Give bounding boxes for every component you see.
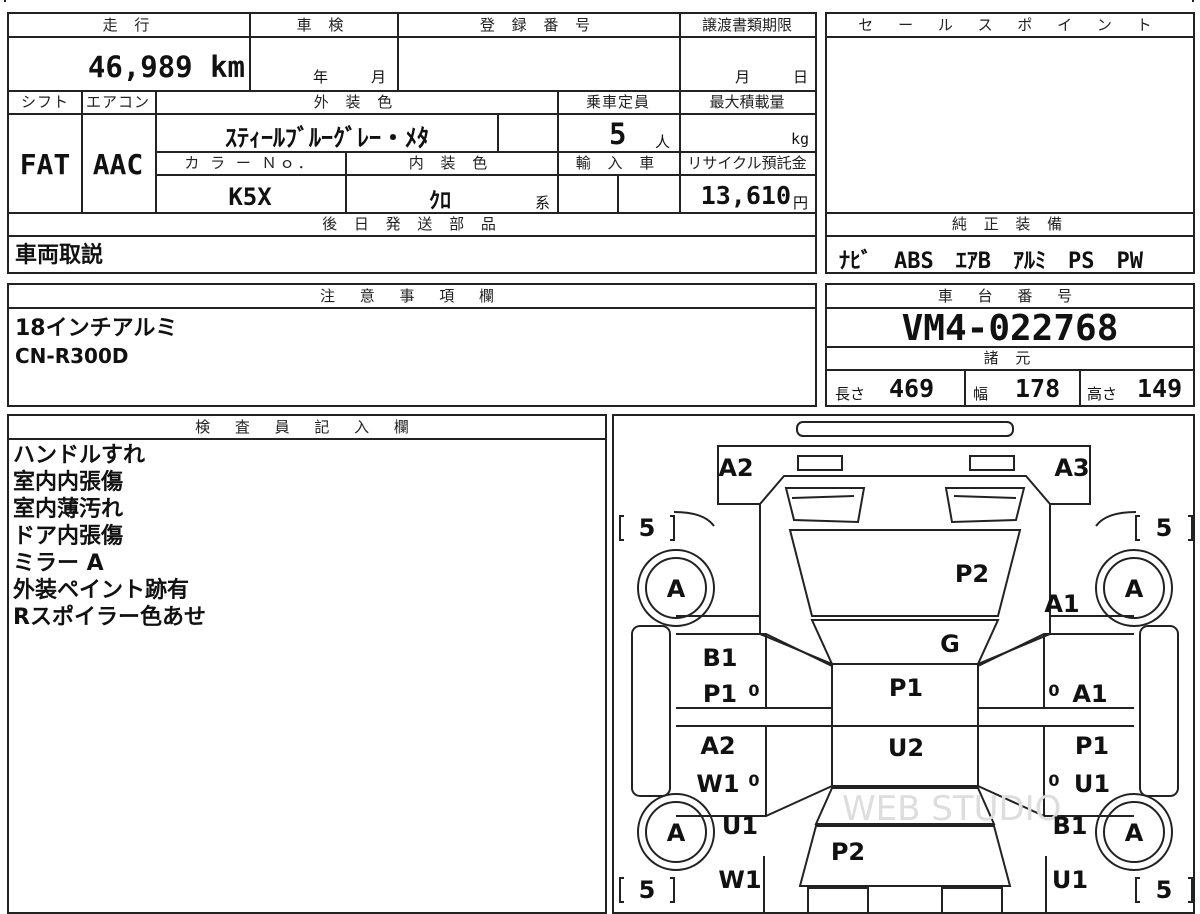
later-parts-value: 車両取説 [15, 243, 104, 268]
registration-label: 登 録 番 号 [479, 16, 597, 34]
inspector-line: 外装ペイント跡有 [13, 578, 190, 603]
shift-value: FAT [19, 148, 71, 181]
door-marker: 0 [1048, 681, 1059, 700]
sales-point-box: セ ー ル ス ポ イ ン ト 純 正 装 備 ﾅﾋﾞ ABS ｴｱB ｱﾙﾐ … [825, 12, 1195, 274]
damage-diagram: WEB STUDIO 5 5 5 5 A A A A A2 A3 P2 A1 G… [612, 414, 1195, 914]
ac-value: AAC [92, 148, 144, 181]
chassis-number: VM4-022768 [901, 308, 1119, 349]
transfer-deadline-label: 譲渡書類期限 [701, 16, 792, 34]
color-no-label: カ ラ ー Ｎｏ． [184, 154, 316, 172]
inspection-label: 車 検 [296, 16, 350, 34]
notes-line-2: CN-R300D [15, 344, 129, 368]
width-value: 178 [1015, 374, 1061, 403]
inspector-line: ハンドルすれ [13, 443, 146, 468]
max-load-unit: kg [791, 130, 810, 148]
code-rear-door-right-2: U1 [1074, 770, 1110, 798]
chassis-label: 車 台 番 号 [827, 285, 1193, 309]
notes-box: 注 意 事 項 欄 18インチアルミ CN-R300D [7, 283, 817, 407]
inspector-line: Rスポイラー色あせ [13, 605, 206, 630]
height-value: 149 [1137, 374, 1183, 403]
shift-label: シフト [20, 93, 69, 111]
chassis-box: 車 台 番 号 VM4-022768 諸 元 長さ 469 幅 178 高さ 1… [825, 283, 1195, 407]
code-windshield: G [940, 630, 960, 658]
later-parts-label: 後 日 発 送 部 品 [322, 215, 502, 233]
length-value: 469 [889, 374, 935, 403]
code-roof-rear: U2 [888, 734, 924, 762]
mileage-label: 走 行 [102, 16, 156, 34]
inspection-year: 年 [313, 68, 329, 86]
length-label: 長さ [835, 385, 866, 403]
transfer-month: 月 [735, 68, 751, 86]
sales-point-label: セ ー ル ス ポ イ ン ト [827, 14, 1193, 38]
code-rear-door-right-1: P1 [1075, 732, 1109, 760]
transfer-day: 日 [793, 68, 809, 86]
code-rear-left-1: U1 [722, 812, 758, 840]
recycle-unit: 円 [793, 194, 809, 212]
interior-color-label: 内 装 色 [408, 154, 494, 172]
watermark: WEB STUDIO [842, 789, 1061, 829]
width-label: 幅 [973, 385, 989, 403]
inspector-line: 室内薄汚れ [13, 497, 124, 522]
code-rear-right-2: U1 [1052, 866, 1088, 894]
color-no-value: K5X [228, 183, 272, 211]
inspection-month: 月 [371, 68, 387, 86]
wheel-grade-front-left: A [667, 575, 686, 603]
import-label: 輸 入 車 [575, 154, 661, 172]
top-strip [4, 0, 1194, 2]
height-label: 高さ [1087, 385, 1118, 403]
code-front-door-right: A1 [1072, 680, 1107, 708]
capacity-unit: 人 [655, 133, 671, 151]
tread-front-left: 5 [639, 514, 656, 542]
inspector-line: ドア内張傷 [13, 524, 124, 549]
code-front-door-left-1: B1 [703, 644, 738, 672]
code-roof: P1 [889, 674, 923, 702]
code-fender-right: A1 [1044, 590, 1079, 618]
code-front-door-left-2: P1 [703, 680, 737, 708]
code-rear-right-1: B1 [1053, 812, 1088, 840]
equipment-label: 純 正 装 備 [951, 215, 1069, 233]
code-rear-door-left-2: W1 [696, 770, 739, 798]
car-diagram-svg: WEB STUDIO 5 5 5 5 A A A A A2 A3 P2 A1 G… [619, 421, 1193, 912]
capacity-label: 乗車定員 [585, 93, 650, 111]
recycle-label: リサイクル預託金 [687, 154, 807, 172]
tread-front-right: 5 [1156, 514, 1173, 542]
notes-line-1: 18インチアルミ [15, 316, 178, 341]
inspector-box: 検 査 員 記 入 欄 ハンドルすれ 室内内張傷 室内薄汚れ ドア内張傷 ミラー… [7, 414, 607, 914]
door-marker: 0 [748, 681, 759, 700]
code-trunk: P2 [831, 838, 865, 866]
dims-label: 諸 元 [983, 349, 1037, 367]
inspector-label: 検 査 員 記 入 欄 [9, 416, 605, 440]
ac-label: エアコン [85, 93, 150, 111]
code-rear-left-2: W1 [718, 866, 761, 894]
spec-table: 走 行 車 検 登 録 番 号 譲渡書類期限 46,989 km 年 月 月 日… [7, 12, 817, 274]
code-front-right: A3 [1054, 454, 1089, 482]
wheel-grade-front-right: A [1125, 575, 1144, 603]
code-hood: P2 [955, 560, 989, 588]
wheel-grade-rear-right: A [1125, 819, 1144, 847]
door-marker: 0 [748, 771, 759, 790]
recycle-value: 13,610 [700, 181, 791, 210]
mileage-value: 46,989 km [87, 50, 245, 84]
inspector-line: ミラー A [13, 551, 104, 576]
exterior-color-label: 外 装 色 [313, 93, 399, 111]
notes-label: 注 意 事 項 欄 [9, 285, 815, 309]
interior-suffix: 系 [535, 194, 551, 212]
door-marker: 0 [1048, 771, 1059, 790]
wheel-grade-rear-left: A [667, 819, 686, 847]
equipment-value: ﾅﾋﾞ ABS ｴｱB ｱﾙﾐ PS PW [839, 249, 1143, 274]
code-rear-door-left-1: A2 [700, 732, 735, 760]
interior-color-value: ｸﾛ [428, 189, 451, 214]
max-load-label: 最大積載量 [709, 93, 785, 111]
exterior-color-value: ｽﾃｨｰﾙﾌﾞﾙｰｸﾞﾚｰ・ﾒﾀ [225, 124, 429, 152]
code-front-left: A2 [718, 454, 753, 482]
capacity-value: 5 [609, 117, 627, 151]
inspector-line: 室内内張傷 [13, 470, 124, 495]
